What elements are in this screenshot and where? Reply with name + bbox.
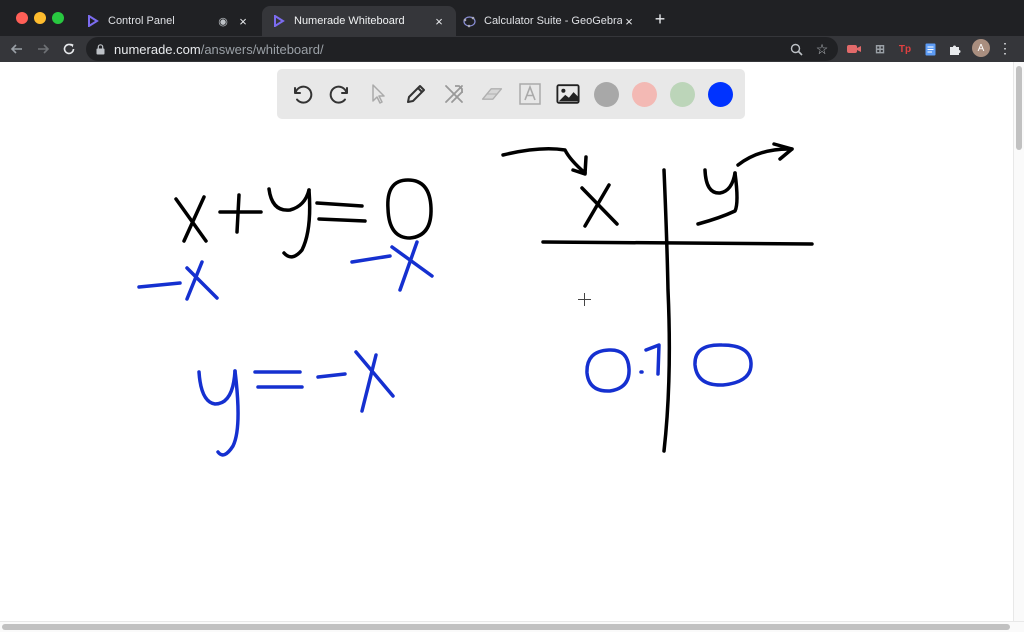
extension-doc-icon[interactable] xyxy=(922,41,938,57)
extensions-puzzle-icon[interactable] xyxy=(947,41,963,57)
vertical-scrollbar[interactable] xyxy=(1013,62,1024,622)
audio-indicator-icon: ◉ xyxy=(218,15,228,28)
back-button[interactable] xyxy=(8,40,26,58)
vertical-scroll-thumb[interactable] xyxy=(1016,66,1022,150)
lock-icon xyxy=(96,43,106,55)
chrome-menu-icon[interactable]: ⋮ xyxy=(998,39,1012,57)
blue-y-equals-minus-x xyxy=(197,350,395,457)
xy-table xyxy=(501,142,814,453)
close-window-button[interactable] xyxy=(16,12,28,24)
browser-toolbar: numerade.com/answers/whiteboard/ ☆ ⊞ Tp xyxy=(0,36,1024,62)
numerade-logo-icon xyxy=(86,14,100,28)
zoom-icon[interactable] xyxy=(788,41,804,57)
reload-button[interactable] xyxy=(60,40,78,58)
tab-control-panel[interactable]: Control Panel ◉ × xyxy=(76,6,260,36)
extension-tp-icon[interactable]: Tp xyxy=(897,41,913,57)
forward-arrow-icon xyxy=(38,44,50,54)
reload-icon xyxy=(63,43,75,55)
crosshair-cursor-icon xyxy=(578,293,591,306)
forward-button[interactable] xyxy=(34,40,52,58)
tab-title: Calculator Suite - GeoGebra xyxy=(484,15,622,27)
close-tab-icon[interactable]: × xyxy=(622,14,636,29)
url-host: numerade.com xyxy=(114,41,201,57)
url-path: /answers/whiteboard/ xyxy=(200,41,324,57)
profile-avatar[interactable]: A xyxy=(972,39,990,57)
equation-x-plus-y-equals-0 xyxy=(174,178,433,259)
tab-numerade-whiteboard[interactable]: Numerade Whiteboard × xyxy=(262,6,456,36)
zoom-window-button[interactable] xyxy=(52,12,64,24)
close-tab-icon[interactable]: × xyxy=(432,14,446,29)
blue-minus-x-work xyxy=(137,240,434,301)
new-tab-button[interactable]: + xyxy=(650,9,670,29)
tab-title: Numerade Whiteboard xyxy=(294,15,405,27)
bookmark-star-icon[interactable]: ☆ xyxy=(814,41,830,57)
geogebra-logo-icon xyxy=(462,14,476,28)
horizontal-scroll-thumb[interactable] xyxy=(2,624,1010,630)
horizontal-scrollbar[interactable] xyxy=(0,621,1024,632)
numerade-logo-icon xyxy=(272,14,286,28)
tab-geogebra[interactable]: Calculator Suite - GeoGebra × xyxy=(452,6,646,36)
close-tab-icon[interactable]: × xyxy=(236,14,250,29)
whiteboard-canvas[interactable] xyxy=(0,62,1014,620)
minimize-window-button[interactable] xyxy=(34,12,46,24)
extension-grid-icon[interactable]: ⊞ xyxy=(872,41,888,57)
tab-title: Control Panel xyxy=(108,15,175,27)
tab-bar: Control Panel ◉ × Numerade Whiteboard × … xyxy=(0,0,1024,36)
address-bar[interactable]: numerade.com/answers/whiteboard/ ☆ xyxy=(86,37,838,61)
back-arrow-icon xyxy=(10,44,22,54)
extension-video-icon[interactable] xyxy=(846,41,862,57)
